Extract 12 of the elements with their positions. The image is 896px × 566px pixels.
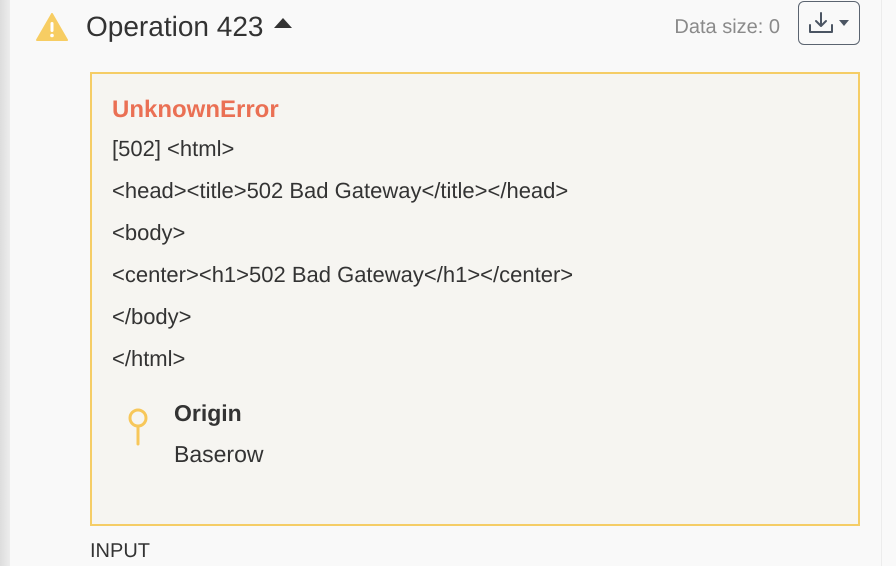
download-icon bbox=[808, 11, 834, 35]
operation-toggle[interactable]: Operation 423 bbox=[86, 11, 294, 43]
error-type: UnknownError bbox=[112, 96, 280, 124]
warning-icon bbox=[36, 13, 68, 41]
section-heading: INPUT bbox=[90, 540, 151, 562]
error-message: [502] <html> <head><title>502 Bad Gateway</title></head> <body> <center><h1>502 Bad Gateway</h1></center> </body> </html> bbox=[112, 135, 574, 373]
data-size-label: Data size: 0 bbox=[674, 16, 780, 38]
origin-value: Baserow bbox=[174, 441, 264, 468]
download-button[interactable] bbox=[798, 1, 860, 45]
origin-label: Origin bbox=[174, 400, 243, 427]
pin-icon bbox=[126, 408, 150, 448]
caret-icon bbox=[838, 19, 850, 27]
